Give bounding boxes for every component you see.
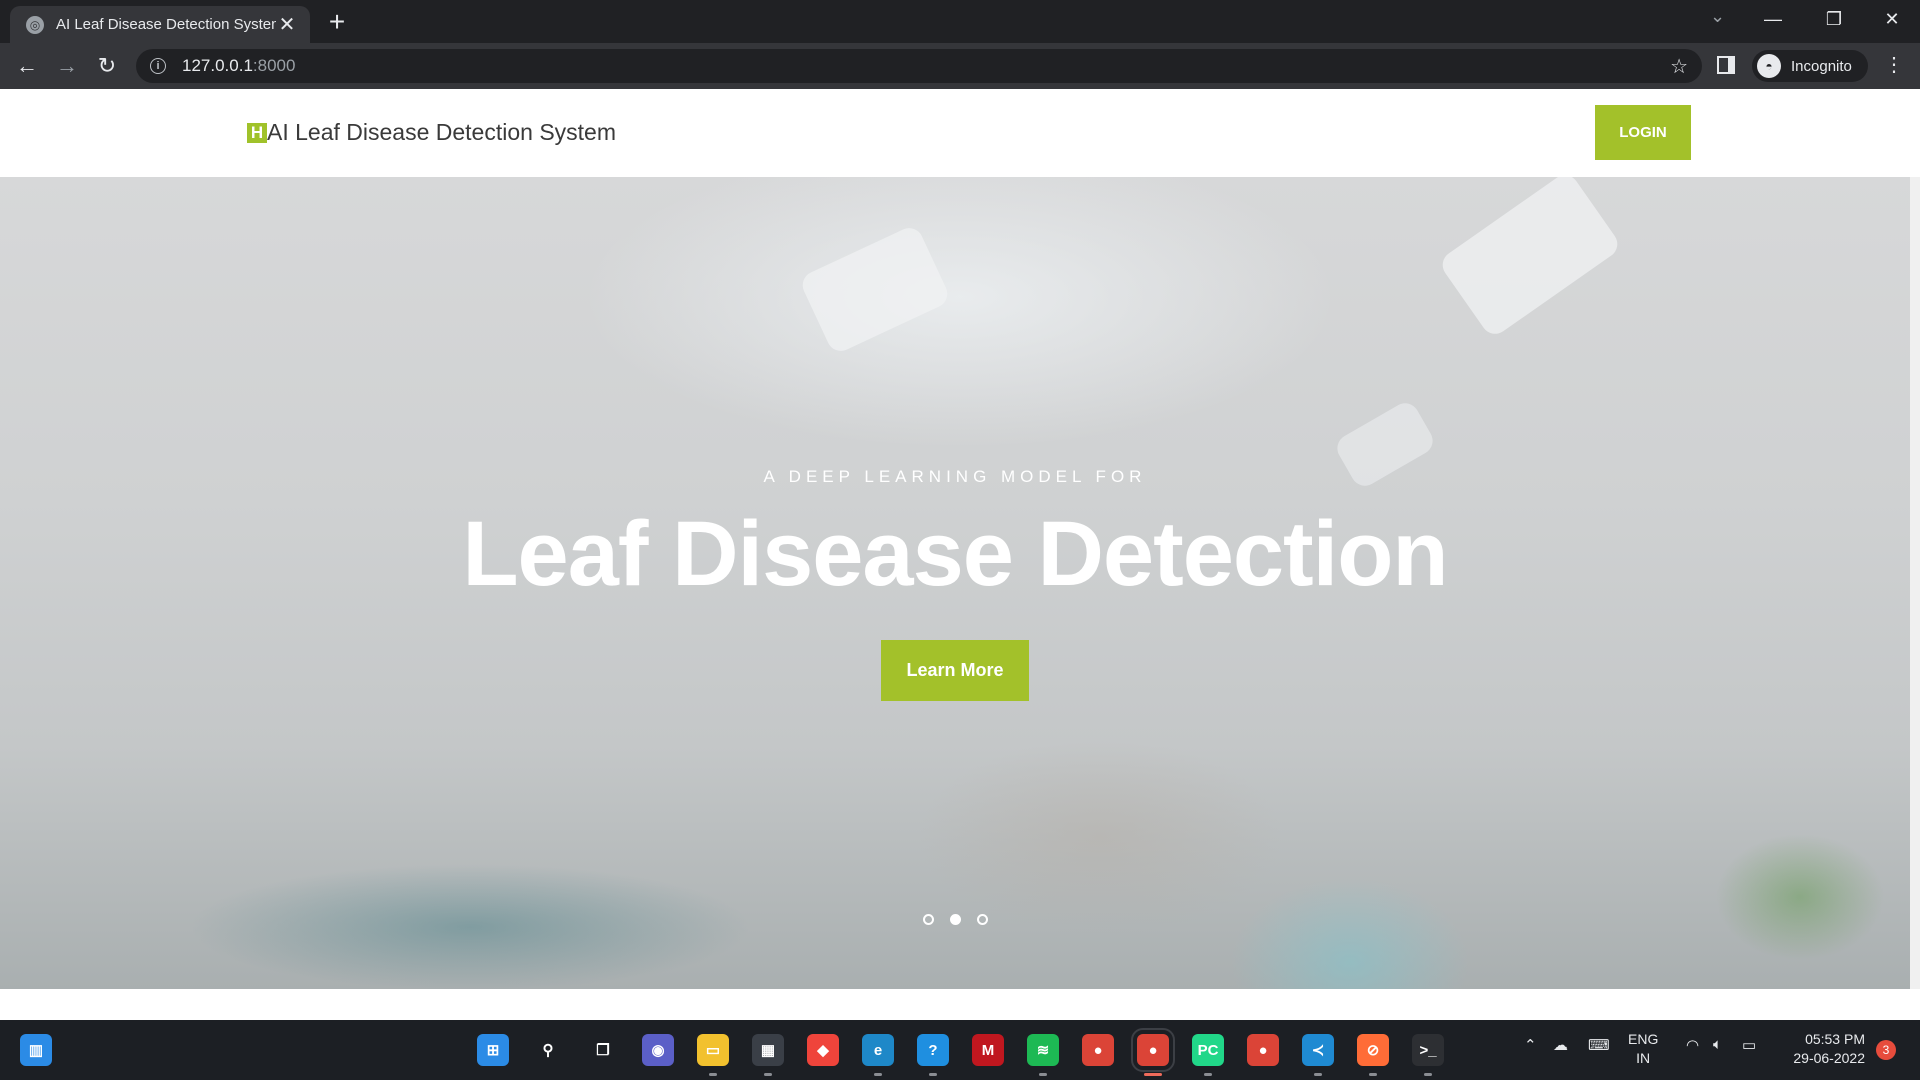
browser-toolbar: ← → ↻ i 127.0.0.1:8000 ☆ ◓ Incognito ⋮ xyxy=(0,43,1920,89)
chrome-profile-a-icon[interactable]: ● xyxy=(1131,1028,1175,1072)
chrome-profile-f-icon[interactable]: ● xyxy=(1247,1034,1279,1066)
carousel-dot-3[interactable] xyxy=(976,914,988,925)
running-indicator xyxy=(1039,1073,1047,1076)
windows-start-icon[interactable]: ⊞ xyxy=(477,1034,509,1066)
close-tab-icon[interactable]: ✕ xyxy=(276,12,298,37)
browser-tab[interactable]: ◎ AI Leaf Disease Detection System ✕ xyxy=(10,6,310,43)
tab-title: AI Leaf Disease Detection System xyxy=(56,16,276,33)
browser-menu-icon[interactable]: ⋮ xyxy=(1882,53,1906,77)
hero-title: Leaf Disease Detection xyxy=(462,503,1448,605)
forward-button[interactable]: → xyxy=(51,50,83,82)
lang-line2: IN xyxy=(1636,1050,1651,1066)
notification-badge[interactable]: 3 xyxy=(1876,1040,1896,1060)
side-panel-icon[interactable] xyxy=(1717,56,1735,74)
minimize-button[interactable]: — xyxy=(1745,0,1801,38)
hero-carousel: A DEEP LEARNING MODEL FOR Leaf Disease D… xyxy=(0,177,1910,989)
reload-button[interactable]: ↻ xyxy=(91,50,123,82)
anydesk-icon[interactable]: ◆ xyxy=(807,1034,839,1066)
onedrive-icon[interactable]: ☁ xyxy=(1553,1036,1568,1054)
browser-tab-strip: ◎ AI Leaf Disease Detection System ✕ + ⌄… xyxy=(0,0,1920,43)
running-indicator xyxy=(1144,1073,1162,1076)
running-indicator xyxy=(874,1073,882,1076)
carousel-indicators xyxy=(0,914,1910,925)
file-explorer-icon[interactable]: ▭ xyxy=(697,1034,729,1066)
show-hidden-icons[interactable]: ⌃ xyxy=(1524,1036,1537,1054)
close-window-button[interactable]: ✕ xyxy=(1864,0,1920,38)
site-navbar: H AI Leaf Disease Detection System LOGIN xyxy=(0,89,1920,177)
brand-name: AI Leaf Disease Detection System xyxy=(267,119,616,145)
clock-time: 05:53 PM xyxy=(1805,1031,1865,1047)
teams-chat-icon[interactable]: ◉ xyxy=(642,1034,674,1066)
carousel-dot-1[interactable] xyxy=(922,914,934,925)
running-indicator xyxy=(709,1073,717,1076)
pycharm-icon[interactable]: PC xyxy=(1192,1034,1224,1066)
site-brand[interactable]: H AI Leaf Disease Detection System xyxy=(247,119,616,146)
page-scrollbar[interactable] xyxy=(1910,177,1920,989)
new-tab-button[interactable]: + xyxy=(322,8,352,38)
running-indicator xyxy=(929,1073,937,1076)
terminal-icon[interactable]: >_ xyxy=(1412,1034,1444,1066)
carousel-dot-2[interactable] xyxy=(949,914,961,925)
login-button[interactable]: LOGIN xyxy=(1595,105,1691,160)
spotify-icon[interactable]: ≋ xyxy=(1027,1034,1059,1066)
keyboard-icon[interactable]: ⌨ xyxy=(1588,1036,1610,1054)
windows-taskbar: ▥ ⊞ ⚲ ❐ ◉ ▭ ▦ ◆ e? M ≋ ● ● PC ● ≺ ⊘ >_ ⌃ ☁ ⌨ ENG IN ◠ 🔈︎… xyxy=(0,1020,1920,1080)
brand-logo-icon: H xyxy=(247,122,267,143)
web-page: H AI Leaf Disease Detection System LOGIN… xyxy=(0,89,1920,1020)
running-indicator xyxy=(1369,1073,1377,1076)
tab-search-icon[interactable]: ⌄ xyxy=(1710,6,1725,27)
address-bar[interactable]: i 127.0.0.1:8000 ☆ xyxy=(136,49,1702,83)
microsoft-store-icon[interactable]: ▦ xyxy=(752,1034,784,1066)
running-indicator xyxy=(1424,1073,1432,1076)
bookmark-star-icon[interactable]: ☆ xyxy=(1670,54,1688,79)
url-text: 127.0.0.1:8000 xyxy=(182,56,295,76)
help-icon[interactable]: ? xyxy=(917,1034,949,1066)
chrome-icon[interactable]: ● xyxy=(1082,1034,1114,1066)
incognito-icon: ◓ xyxy=(1757,54,1781,78)
postman-icon[interactable]: ⊘ xyxy=(1357,1034,1389,1066)
learn-more-button[interactable]: Learn More xyxy=(881,640,1029,701)
hero-subtitle: A DEEP LEARNING MODEL FOR xyxy=(763,467,1147,486)
url-host: 127.0.0.1 xyxy=(182,56,253,75)
running-indicator xyxy=(764,1073,772,1076)
running-indicator xyxy=(1314,1073,1322,1076)
site-info-icon[interactable]: i xyxy=(150,58,166,74)
language-indicator[interactable]: ENG IN xyxy=(1628,1030,1658,1068)
widgets-icon[interactable]: ▥ xyxy=(20,1034,52,1066)
volume-icon[interactable]: 🔈︎ xyxy=(1713,1036,1722,1053)
task-view-icon[interactable]: ❐ xyxy=(587,1034,619,1066)
ceiling-light xyxy=(798,223,952,356)
incognito-label: Incognito xyxy=(1791,57,1852,75)
battery-icon[interactable]: ▭ xyxy=(1742,1036,1756,1054)
search-icon[interactable]: ⚲ xyxy=(532,1034,564,1066)
incognito-profile[interactable]: ◓ Incognito xyxy=(1752,50,1868,82)
lang-line1: ENG xyxy=(1628,1031,1659,1047)
wifi-icon[interactable]: ◠ xyxy=(1686,1036,1699,1054)
clock-date: 29-06-2022 xyxy=(1793,1050,1865,1066)
back-button[interactable]: ← xyxy=(11,50,43,82)
mcafee-icon[interactable]: M xyxy=(972,1034,1004,1066)
url-port: :8000 xyxy=(252,56,296,75)
edge-icon[interactable]: e xyxy=(862,1034,894,1066)
ceiling-light xyxy=(1437,177,1623,340)
vscode-icon[interactable]: ≺ xyxy=(1302,1034,1334,1066)
clock[interactable]: 05:53 PM 29-06-2022 xyxy=(1775,1030,1865,1068)
restore-button[interactable]: ❐ xyxy=(1806,0,1862,38)
running-indicator xyxy=(1204,1073,1212,1076)
globe-icon: ◎ xyxy=(26,15,44,34)
